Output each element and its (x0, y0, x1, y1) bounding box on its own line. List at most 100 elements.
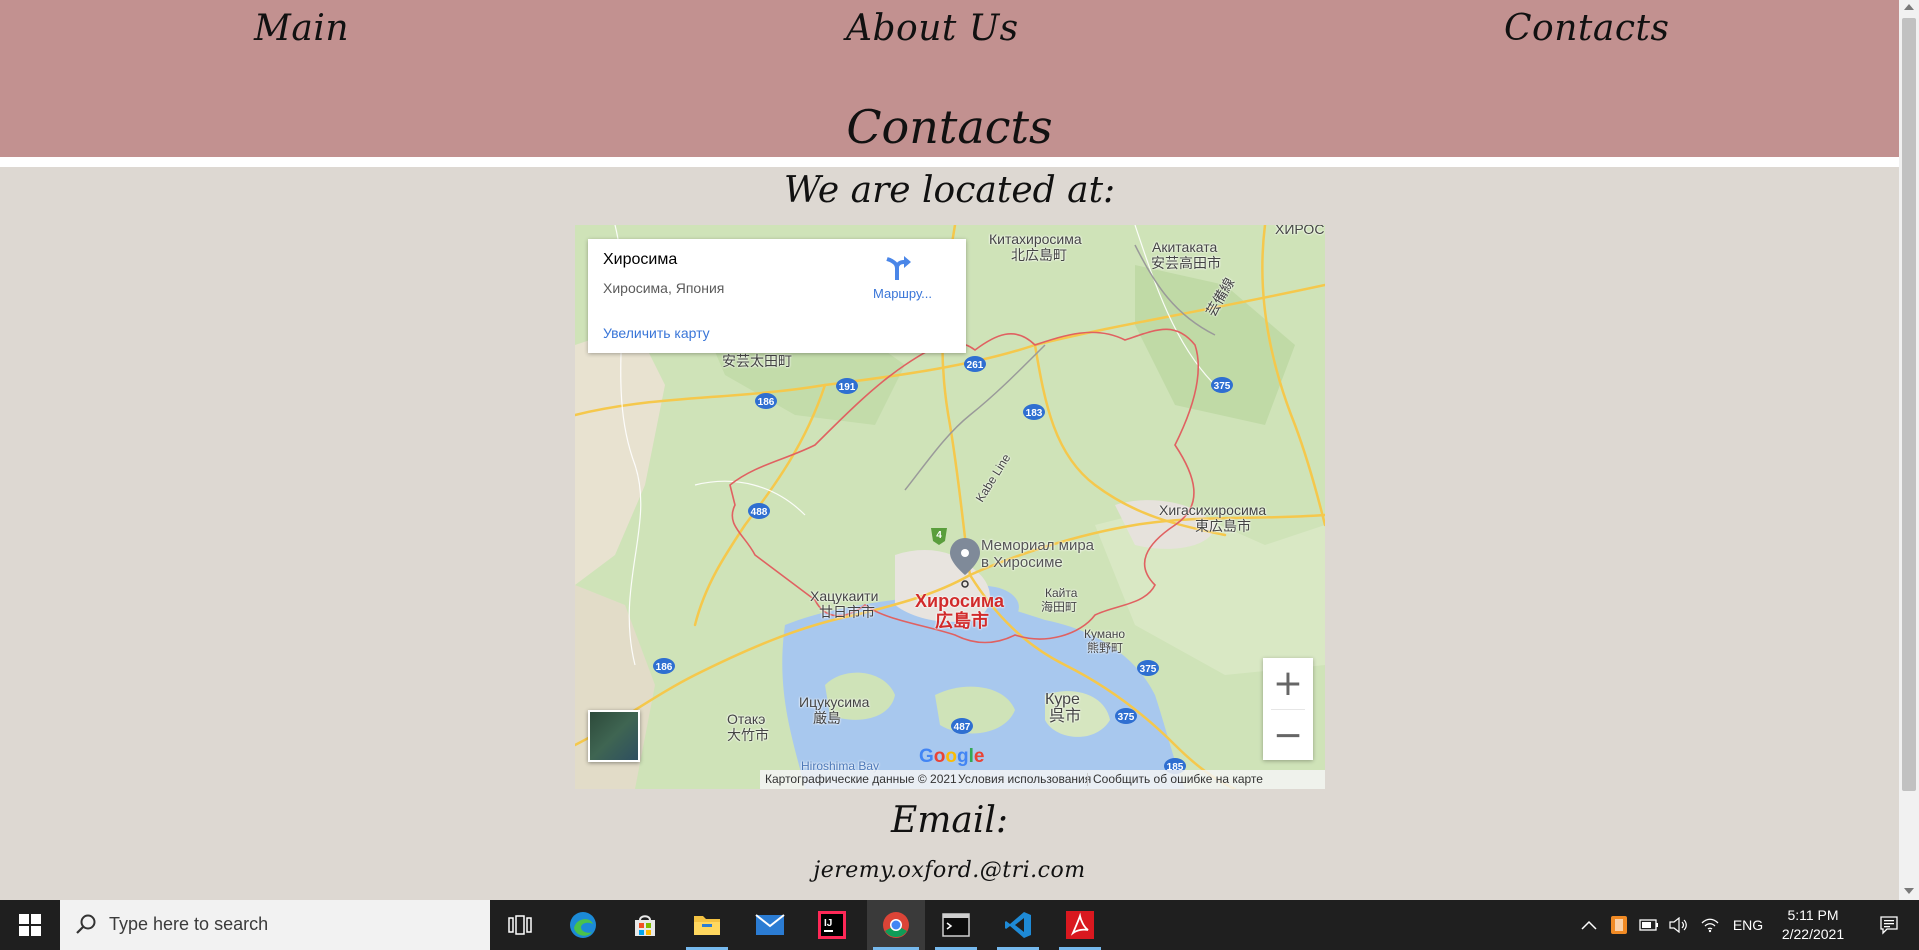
scrollbar-thumb[interactable] (1902, 18, 1916, 791)
taskbar-app-store[interactable] (618, 900, 672, 950)
notification-center-icon (1880, 916, 1898, 935)
directions-link[interactable]: Маршру... (873, 286, 932, 301)
satellite-toggle-button[interactable] (588, 710, 640, 762)
map-label: Ицукусима (799, 694, 870, 710)
view-larger-map-link[interactable]: Увеличить карту (603, 325, 710, 341)
svg-text:488: 488 (751, 507, 768, 518)
map-label: Китахиросима (989, 231, 1082, 247)
zoom-out-button[interactable]: − (1263, 710, 1313, 760)
map-label: 熊野町 (1087, 641, 1124, 655)
nav-link-main[interactable]: Main (254, 8, 349, 49)
place-info-card: Хиросима Хиросима, Япония Увеличить карт… (588, 239, 966, 353)
mail-icon (755, 914, 785, 935)
map-label: 大竹市 (727, 727, 769, 743)
map-label: 東広島市 (1195, 518, 1251, 534)
tray-app-button[interactable] (1606, 900, 1632, 950)
wifi-icon (1701, 918, 1719, 933)
vertical-scrollbar[interactable] (1899, 0, 1919, 900)
chrome-icon (883, 912, 909, 938)
map-label: 安芸太田町 (722, 353, 792, 369)
map-label: Куре (1045, 691, 1080, 708)
taskbar-app-file-explorer[interactable] (680, 900, 734, 950)
network-status[interactable] (1697, 900, 1723, 950)
map-label: Отакэ (727, 711, 766, 727)
map-label: 呉市 (1049, 708, 1082, 725)
task-view-icon (508, 915, 532, 935)
map-label: ХИРОС (1275, 225, 1325, 237)
input-language-indicator[interactable]: ENG (1728, 900, 1768, 950)
map-attribution-bar: Картографические данные © 2021 Условия и… (760, 770, 1325, 789)
taskbar-app-mail[interactable] (743, 900, 797, 950)
scroll-up-arrow-icon[interactable] (1904, 4, 1914, 10)
google-logo: Google (919, 746, 985, 767)
svg-text:183: 183 (1026, 408, 1043, 419)
taskbar-app-terminal[interactable] (929, 900, 983, 950)
map-label: 北広島町 (1011, 247, 1067, 263)
map-zoom-controls: + − (1263, 658, 1313, 760)
taskbar-app-edge[interactable] (556, 900, 610, 950)
taskbar-app-acrobat[interactable] (1053, 900, 1107, 950)
task-view-button[interactable] (493, 900, 547, 950)
folder-icon (694, 916, 720, 935)
vscode-icon (1005, 912, 1031, 938)
start-button[interactable] (0, 900, 60, 950)
intellij-icon: IJ (818, 911, 846, 939)
map-label: Хацукаити (810, 588, 879, 604)
svg-text:186: 186 (656, 662, 673, 673)
page-title: Contacts (846, 100, 1053, 154)
terms-of-use-link[interactable]: Условия использования (958, 772, 1091, 786)
battery-icon (1639, 919, 1658, 931)
search-placeholder: Type here to search (109, 914, 269, 934)
web-page: Main About Us Contacts Contacts We are l… (0, 0, 1899, 900)
zoom-in-button[interactable]: + (1263, 658, 1313, 708)
map-label-city: 広島市 (935, 611, 989, 631)
report-map-error-link[interactable]: Сообщить об ошибке на карте (1093, 772, 1263, 786)
show-hidden-icons-button[interactable] (1576, 900, 1602, 950)
map-data-attribution: Картографические данные © 2021 (765, 772, 957, 786)
acrobat-icon (1066, 911, 1094, 939)
svg-text:186: 186 (758, 397, 775, 408)
svg-text:375: 375 (1214, 381, 1231, 392)
svg-text:261: 261 (967, 360, 984, 371)
taskbar-app-chrome[interactable] (867, 900, 925, 950)
map-label: 廿日市市 (819, 604, 875, 620)
scroll-down-arrow-icon[interactable] (1904, 888, 1914, 894)
place-address: Хиросима, Япония (603, 280, 725, 296)
taskbar-search-box[interactable]: Type here to search (60, 900, 490, 950)
svg-text:IJ: IJ (824, 918, 832, 929)
place-name: Хиросима (603, 251, 678, 268)
map-label-memorial[interactable]: Мемориал мира (981, 538, 1094, 554)
nav-link-about-us[interactable]: About Us (846, 8, 1019, 49)
tray-app-icon (1611, 916, 1627, 934)
map-label: 安芸高田市 (1151, 255, 1221, 271)
nav-link-contacts[interactable]: Contacts (1504, 8, 1669, 49)
site-header: Main About Us Contacts Contacts (0, 0, 1899, 157)
taskbar-app-vscode[interactable] (991, 900, 1045, 950)
header-divider (0, 157, 1899, 167)
location-heading: We are located at: (783, 170, 1116, 211)
microsoft-store-icon (635, 915, 655, 936)
notifications-button[interactable] (1866, 900, 1912, 950)
map-label: Акитаката (1152, 239, 1218, 255)
taskbar-app-intellij[interactable]: IJ (805, 900, 859, 950)
search-icon (76, 914, 96, 934)
google-map-embed[interactable]: 261 191 186 183 375 488 4 186 375 487 37… (575, 225, 1325, 789)
system-clock[interactable]: 5:11 PM 2/22/2021 (1774, 906, 1852, 944)
battery-status[interactable] (1636, 900, 1662, 950)
svg-text:191: 191 (839, 382, 856, 393)
chevron-up-icon (1581, 920, 1597, 930)
volume-control[interactable] (1666, 900, 1692, 950)
edge-icon (570, 912, 596, 938)
map-label-memorial[interactable]: в Хиросиме (981, 555, 1063, 571)
windows-logo-icon (19, 914, 41, 936)
attribution-divider (1087, 773, 1088, 786)
terminal-icon (942, 913, 970, 937)
email-address[interactable]: jeremy.oxford.@tri.com (0, 858, 1899, 883)
map-label: 海田町 (1041, 600, 1078, 614)
svg-text:375: 375 (1140, 664, 1157, 675)
svg-text:487: 487 (954, 722, 971, 733)
svg-text:4: 4 (936, 530, 942, 541)
svg-text:375: 375 (1118, 712, 1135, 723)
map-label: Хигасихиросима (1159, 502, 1267, 518)
directions-icon[interactable] (882, 252, 912, 282)
